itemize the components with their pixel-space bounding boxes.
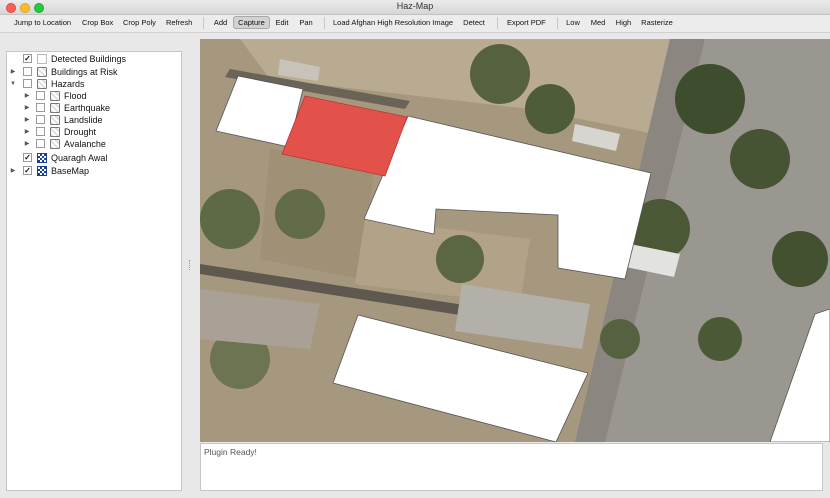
chevron-right-icon[interactable]: ▶ [23, 90, 31, 102]
chevron-right-icon[interactable]: ▶ [23, 126, 31, 138]
layer-item-buildings-at-risk[interactable]: ▶ Buildings at Risk [7, 66, 181, 78]
chevron-right-icon[interactable]: ▶ [9, 165, 17, 177]
export-pdf-button[interactable]: Export PDF [504, 16, 548, 29]
polygon-layer-icon [37, 54, 47, 64]
layer-label: Earthquake [64, 103, 111, 113]
layer-label: Flood [64, 91, 87, 101]
chevron-right-icon[interactable]: ▶ [23, 138, 31, 150]
add-button[interactable]: Add [210, 16, 231, 29]
layer-checkbox[interactable]: ✓ [23, 54, 32, 63]
layer-item-landslide[interactable]: ▶ Landslide [7, 114, 181, 126]
layer-label: Quaragh Awal [51, 153, 108, 163]
capture-button[interactable]: Capture [233, 16, 270, 29]
layer-item-hazards[interactable]: ▼ Hazards [7, 78, 181, 90]
layer-checkbox[interactable] [36, 103, 45, 112]
window-title: Haz-Map [396, 1, 434, 11]
jump-to-location-button[interactable]: Jump to Location [10, 16, 75, 29]
layer-checkbox[interactable] [36, 115, 45, 124]
med-button[interactable]: Med [587, 16, 609, 29]
crop-box-button[interactable]: Crop Box [79, 16, 116, 29]
group-icon [50, 91, 60, 101]
high-button[interactable]: High [612, 16, 635, 29]
edit-button[interactable]: Edit [272, 16, 292, 29]
satellite-image [200, 39, 830, 442]
chevron-right-icon[interactable]: ▶ [23, 114, 31, 126]
layer-label: Avalanche [64, 139, 106, 149]
layer-label: Hazards [51, 79, 85, 89]
layers-panel: ✓ Detected Buildings ▶ Buildings at Risk… [6, 51, 182, 491]
group-icon [50, 103, 60, 113]
layer-item-detected-buildings[interactable]: ✓ Detected Buildings [7, 53, 181, 65]
layer-item-drought[interactable]: ▶ Drought [7, 126, 181, 138]
layer-item-basemap[interactable]: ▶ ✓ BaseMap [7, 165, 181, 177]
group-icon [50, 115, 60, 125]
layer-item-earthquake[interactable]: ▶ Earthquake [7, 102, 181, 114]
layer-label: BaseMap [51, 166, 90, 176]
pan-button[interactable]: Pan [295, 16, 317, 29]
layer-checkbox[interactable] [23, 67, 32, 76]
map-canvas[interactable] [200, 39, 830, 442]
layer-checkbox[interactable] [23, 79, 32, 88]
chevron-right-icon[interactable]: ▶ [9, 66, 17, 78]
layer-label: Detected Buildings [51, 54, 127, 64]
panel-splitter-handle[interactable] [189, 260, 192, 270]
chevron-down-icon[interactable]: ▼ [9, 78, 17, 90]
title-bar: Haz-Map [0, 0, 830, 15]
layer-checkbox[interactable]: ✓ [23, 166, 32, 175]
load-afghan-image-button[interactable]: Load Afghan High Resolution Image [330, 16, 455, 29]
group-icon [50, 139, 60, 149]
raster-layer-icon [37, 166, 47, 176]
toolbar-separator [497, 17, 498, 29]
raster-layer-icon [37, 153, 47, 163]
layer-item-avalanche[interactable]: ▶ Avalanche [7, 138, 181, 150]
toolbar-separator [557, 17, 558, 29]
detect-button[interactable]: Detect [460, 16, 488, 29]
low-button[interactable]: Low [563, 16, 583, 29]
layer-checkbox[interactable] [36, 91, 45, 100]
layer-checkbox[interactable]: ✓ [23, 153, 32, 162]
status-log: Plugin Ready! [200, 443, 823, 491]
status-message: Plugin Ready! [204, 447, 257, 457]
toolbar: Jump to Location Crop Box Crop Poly Refr… [0, 15, 830, 33]
layer-label: Buildings at Risk [51, 67, 118, 77]
layer-label: Landslide [64, 115, 103, 125]
rasterize-button[interactable]: Rasterize [638, 16, 676, 29]
toolbar-separator [324, 17, 325, 29]
layer-label: Drought [64, 127, 97, 137]
group-icon [50, 127, 60, 137]
layer-item-flood[interactable]: ▶ Flood [7, 90, 181, 102]
layer-item-quaragh-awal[interactable]: ✓ Quaragh Awal [7, 152, 181, 164]
layer-checkbox[interactable] [36, 139, 45, 148]
group-icon [37, 79, 47, 89]
refresh-button[interactable]: Refresh [163, 16, 195, 29]
crop-poly-button[interactable]: Crop Poly [120, 16, 158, 29]
chevron-right-icon[interactable]: ▶ [23, 102, 31, 114]
layer-checkbox[interactable] [36, 127, 45, 136]
toolbar-separator [203, 17, 204, 29]
group-icon [37, 67, 47, 77]
